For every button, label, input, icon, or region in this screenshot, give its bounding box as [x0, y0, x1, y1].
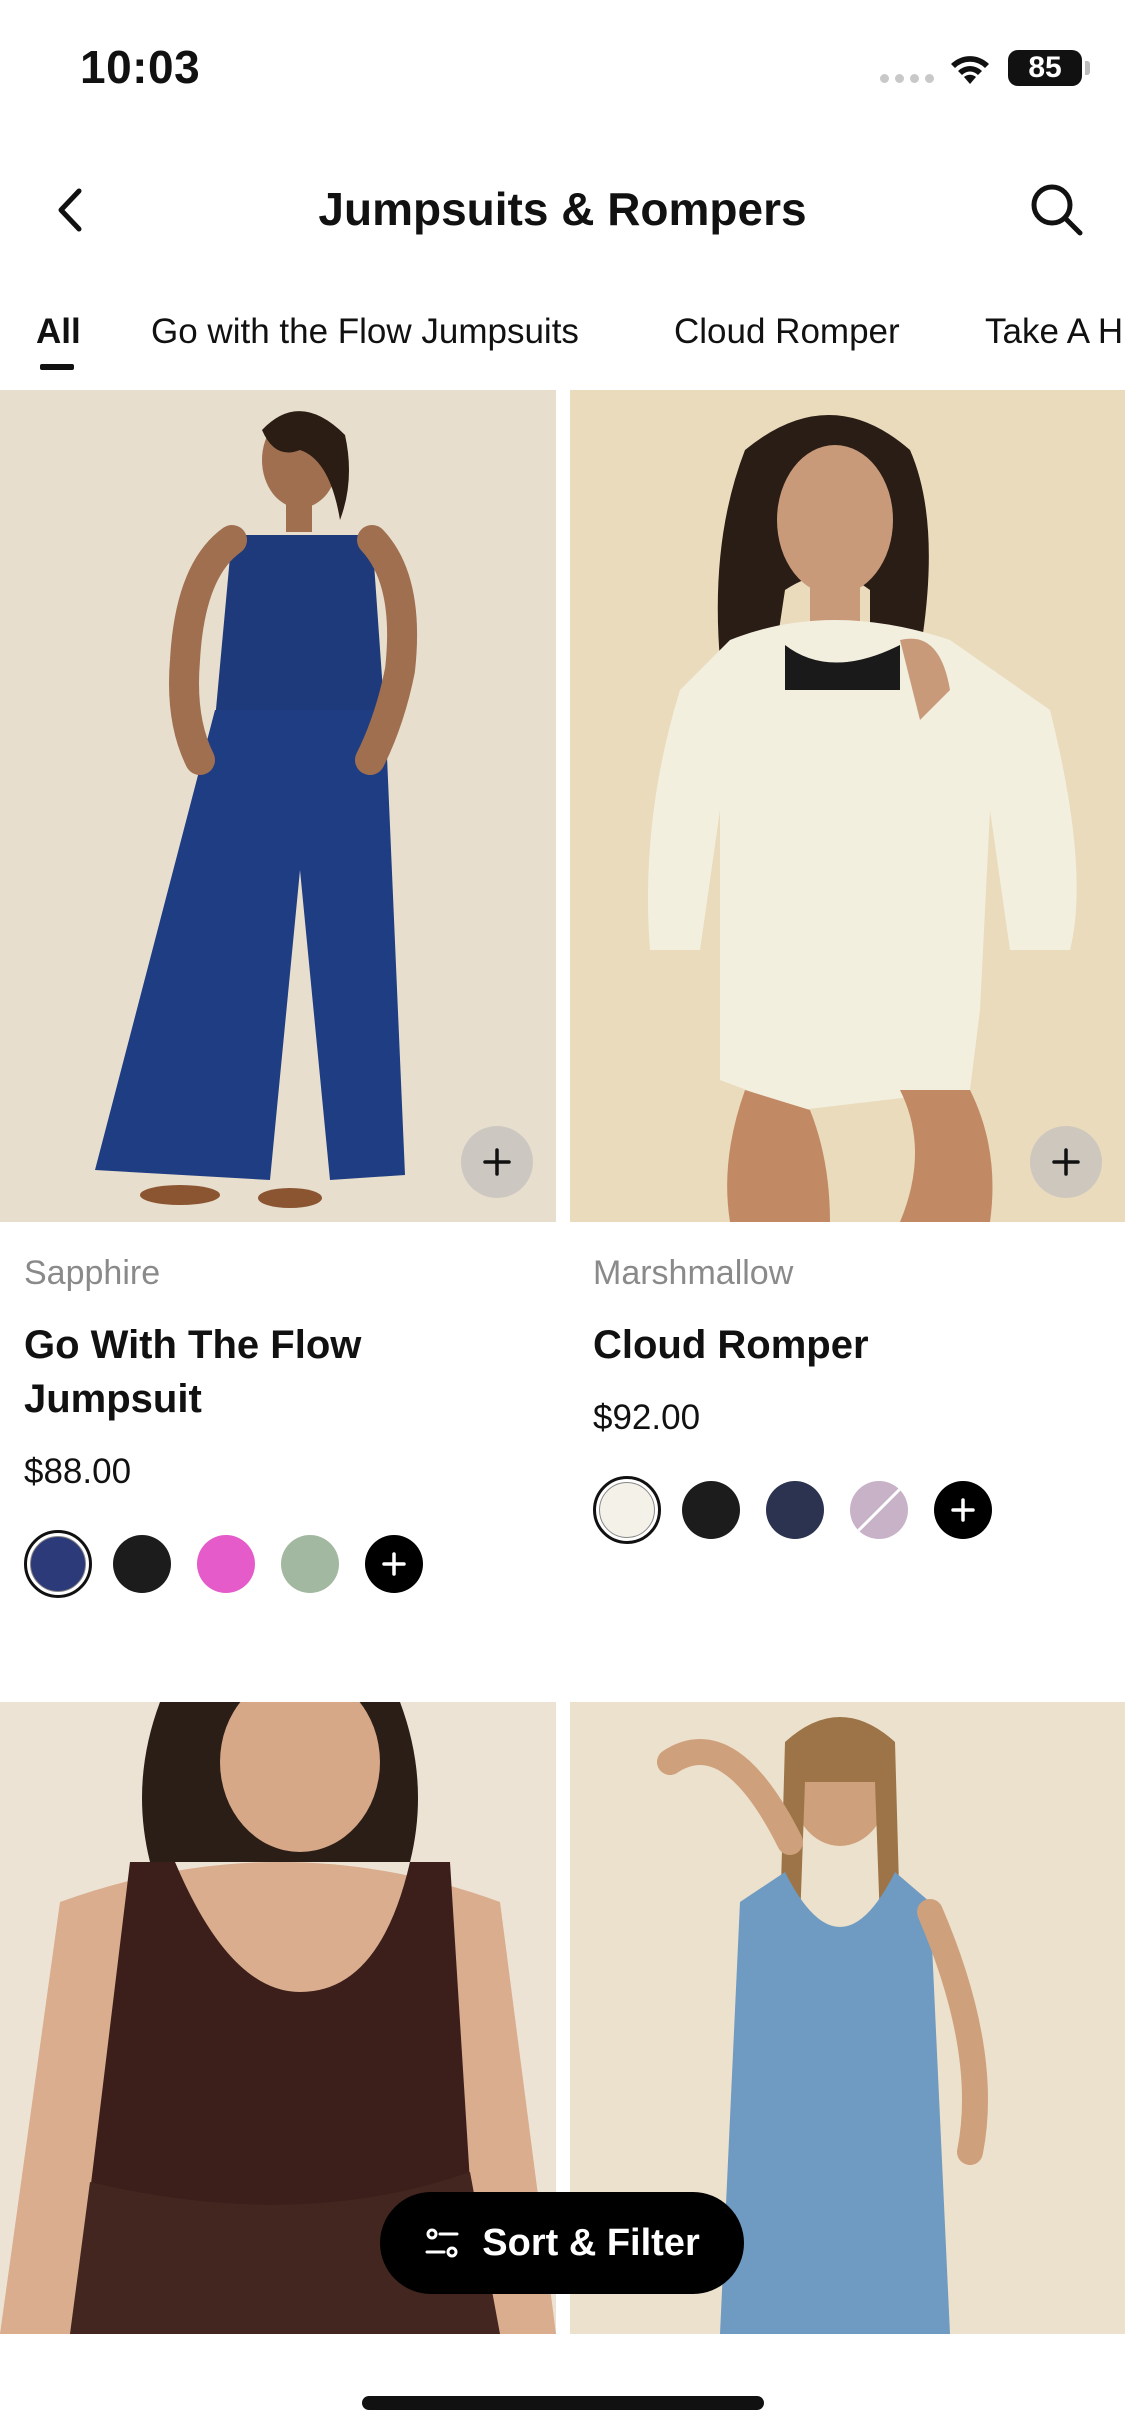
color-swatch[interactable]: [761, 1476, 829, 1544]
product-title[interactable]: Cloud Romper: [593, 1318, 1093, 1372]
sort-filter-button[interactable]: Sort & Filter: [380, 2192, 744, 2294]
color-swatch[interactable]: [593, 1476, 661, 1544]
plus-icon: [382, 1552, 406, 1576]
color-swatch-unavailable[interactable]: [845, 1476, 913, 1544]
color-swatch[interactable]: [276, 1530, 344, 1598]
tab-take-a-h[interactable]: Take A H: [985, 312, 1123, 352]
color-swatches: [593, 1476, 992, 1544]
unavailable-slash-icon: [856, 1487, 902, 1533]
color-swatch[interactable]: [192, 1530, 260, 1598]
navigation-header: Jumpsuits & Rompers: [0, 160, 1125, 260]
battery-icon: 85: [1008, 50, 1090, 86]
tab-cloud-romper[interactable]: Cloud Romper: [674, 312, 900, 352]
page-title: Jumpsuits & Rompers: [318, 183, 807, 235]
product-price: $92.00: [593, 1398, 701, 1437]
status-bar: 10:03 85: [0, 0, 1125, 140]
filter-sliders-icon: [425, 2228, 459, 2258]
home-indicator[interactable]: [362, 2396, 764, 2410]
product-color-name: Marshmallow: [593, 1254, 794, 1292]
bottom-safe-area: [0, 2334, 1125, 2436]
plus-icon: [483, 1148, 511, 1176]
category-tabs: All Go with the Flow Jumpsuits Cloud Rom…: [0, 300, 1125, 390]
quick-add-button[interactable]: [461, 1126, 533, 1198]
tab-active-indicator: [40, 364, 74, 370]
color-swatch[interactable]: [24, 1530, 92, 1598]
tab-go-with-the-flow-jumpsuits[interactable]: Go with the Flow Jumpsuits: [151, 312, 579, 352]
more-colors-button[interactable]: [365, 1535, 423, 1593]
plus-icon: [951, 1498, 975, 1522]
status-time: 10:03: [80, 41, 201, 93]
battery-level: 85: [1028, 51, 1062, 84]
color-swatches: [24, 1530, 423, 1598]
product-image[interactable]: [0, 390, 556, 1222]
product-price: $88.00: [24, 1452, 132, 1491]
quick-add-button[interactable]: [1030, 1126, 1102, 1198]
product-image[interactable]: [570, 390, 1125, 1222]
product-color-name: Sapphire: [24, 1254, 161, 1292]
sort-filter-label: Sort & Filter: [482, 2221, 700, 2264]
cellular-signal-icon: [880, 74, 934, 83]
search-button[interactable]: [1025, 178, 1089, 242]
wifi-icon: [951, 56, 989, 84]
more-colors-button[interactable]: [934, 1481, 992, 1539]
color-swatch[interactable]: [108, 1530, 176, 1598]
tab-all[interactable]: All: [36, 312, 81, 352]
product-title[interactable]: Go With The Flow Jumpsuit: [24, 1318, 524, 1426]
plus-icon: [1052, 1148, 1080, 1176]
search-icon: [1031, 184, 1083, 236]
color-swatch[interactable]: [677, 1476, 745, 1544]
